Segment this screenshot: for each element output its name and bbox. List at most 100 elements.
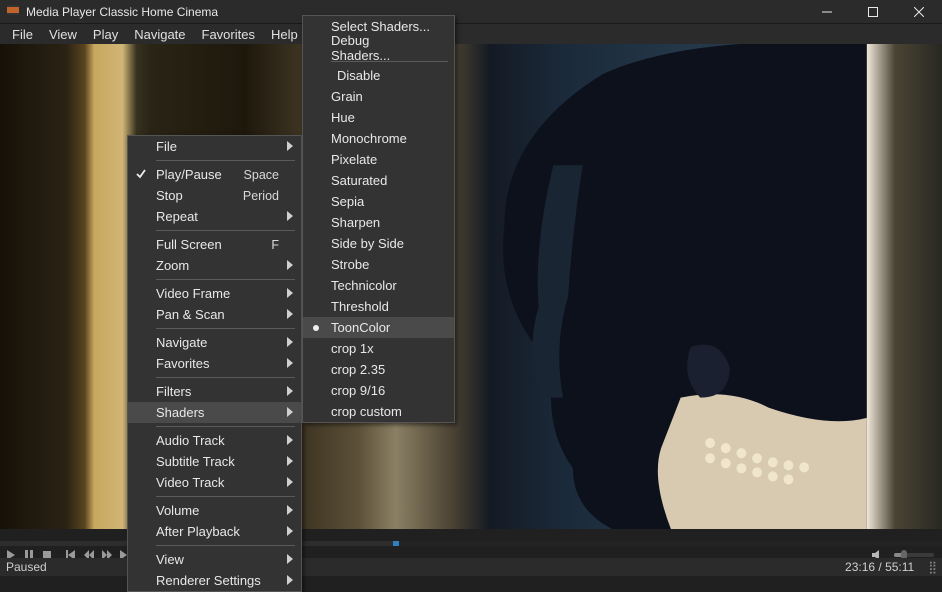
ctx-shaders-item-monochrome[interactable]: Monochrome: [303, 128, 454, 149]
menu-item-label: Subtitle Track: [156, 454, 235, 469]
close-button[interactable]: [896, 0, 942, 23]
menu-item-label: Sepia: [331, 194, 364, 209]
ctx-main-item-favorites[interactable]: Favorites: [128, 353, 301, 374]
app-icon: [6, 3, 20, 20]
ctx-main-item-view[interactable]: View: [128, 549, 301, 570]
chevron-right-icon: [287, 475, 295, 490]
menu-item-label: Filters: [156, 384, 191, 399]
check-icon: [136, 167, 146, 182]
ctx-main-item-volume[interactable]: Volume: [128, 500, 301, 521]
minimize-button[interactable]: [804, 0, 850, 23]
menu-item-accelerator: Period: [243, 189, 279, 203]
menu-item-label: crop 2.35: [331, 362, 385, 377]
ctx-main-item-audio-track[interactable]: Audio Track: [128, 430, 301, 451]
menu-item-label: Debug Shaders...: [331, 33, 432, 63]
ctx-main-separator: [156, 377, 295, 378]
menu-item-label: crop 1x: [331, 341, 374, 356]
ctx-shaders-item-hue[interactable]: Hue: [303, 107, 454, 128]
chevron-right-icon: [287, 286, 295, 301]
menu-view[interactable]: View: [41, 25, 85, 44]
menu-item-label: Pixelate: [331, 152, 377, 167]
ctx-shaders-item-strobe[interactable]: Strobe: [303, 254, 454, 275]
chevron-right-icon: [287, 384, 295, 399]
ctx-shaders-item-crop-2-35[interactable]: crop 2.35: [303, 359, 454, 380]
ctx-main-item-video-track[interactable]: Video Track: [128, 472, 301, 493]
ctx-shaders-item-crop-9-16[interactable]: crop 9/16: [303, 380, 454, 401]
ctx-shaders-item-grain[interactable]: Grain: [303, 86, 454, 107]
chevron-right-icon: [287, 433, 295, 448]
ctx-shaders-item-tooncolor[interactable]: ToonColor: [303, 317, 454, 338]
ctx-shaders-item-disable[interactable]: Disable: [303, 65, 454, 86]
ctx-main-item-renderer-settings[interactable]: Renderer Settings: [128, 570, 301, 591]
grip-icon: ⣿: [928, 560, 936, 574]
ctx-main-item-navigate[interactable]: Navigate: [128, 332, 301, 353]
ctx-main-separator: [156, 426, 295, 427]
context-menu-shaders: Select Shaders...Debug Shaders...Disable…: [302, 15, 455, 423]
chevron-right-icon: [287, 405, 295, 420]
menu-item-label: Volume: [156, 503, 199, 518]
ctx-shaders-item-threshold[interactable]: Threshold: [303, 296, 454, 317]
menu-play[interactable]: Play: [85, 25, 126, 44]
ctx-main-item-subtitle-track[interactable]: Subtitle Track: [128, 451, 301, 472]
ctx-main-item-after-playback[interactable]: After Playback: [128, 521, 301, 542]
menu-item-label: Shaders: [156, 405, 204, 420]
ctx-main-item-shaders[interactable]: Shaders: [128, 402, 301, 423]
ctx-shaders-item-debug-shaders[interactable]: Debug Shaders...: [303, 37, 454, 58]
ctx-main-item-pan-scan[interactable]: Pan & Scan: [128, 304, 301, 325]
maximize-button[interactable]: [850, 0, 896, 23]
volume-slider[interactable]: [894, 553, 934, 557]
ctx-shaders-item-sepia[interactable]: Sepia: [303, 191, 454, 212]
menu-item-label: Video Track: [156, 475, 224, 490]
menu-item-label: Pan & Scan: [156, 307, 225, 322]
window-title: Media Player Classic Home Cinema: [26, 5, 218, 19]
menu-item-label: Threshold: [331, 299, 389, 314]
ctx-main-item-stop[interactable]: Stop Period: [128, 185, 301, 206]
menu-item-label: crop 9/16: [331, 383, 385, 398]
ctx-shaders-item-sharpen[interactable]: Sharpen: [303, 212, 454, 233]
menu-item-accelerator: F: [271, 238, 279, 252]
menu-item-label: Navigate: [156, 335, 207, 350]
context-menu-main: File Play/PauseSpace Stop Period Repeat Full …: [127, 135, 302, 592]
ctx-main-separator: [156, 545, 295, 546]
ctx-main-item-video-frame[interactable]: Video Frame: [128, 283, 301, 304]
menu-item-label: Stop: [156, 188, 183, 203]
ctx-main-separator: [156, 279, 295, 280]
menu-item-label: Zoom: [156, 258, 189, 273]
menu-favorites[interactable]: Favorites: [194, 25, 263, 44]
menu-item-label: View: [156, 552, 184, 567]
ctx-shaders-item-crop-custom[interactable]: crop custom: [303, 401, 454, 422]
time-display: 23:16 / 55:11: [845, 560, 914, 574]
menu-item-label: crop custom: [331, 404, 402, 419]
chevron-right-icon: [287, 573, 295, 588]
menu-item-label: Strobe: [331, 257, 369, 272]
playback-state: Paused: [6, 560, 47, 574]
menu-item-label: Full Screen: [156, 237, 222, 252]
chevron-right-icon: [287, 139, 295, 154]
menu-item-label: After Playback: [156, 524, 240, 539]
ctx-main-item-file[interactable]: File: [128, 136, 301, 157]
menu-file[interactable]: File: [4, 25, 41, 44]
ctx-shaders-item-pixelate[interactable]: Pixelate: [303, 149, 454, 170]
ctx-shaders-item-technicolor[interactable]: Technicolor: [303, 275, 454, 296]
ctx-shaders-item-crop-1x[interactable]: crop 1x: [303, 338, 454, 359]
menu-help[interactable]: Help: [263, 25, 306, 44]
ctx-main-item-play-pause[interactable]: Play/PauseSpace: [128, 164, 301, 185]
chevron-right-icon: [287, 552, 295, 567]
menu-item-label: Favorites: [156, 356, 209, 371]
ctx-shaders-item-side-by-side[interactable]: Side by Side: [303, 233, 454, 254]
chevron-right-icon: [287, 503, 295, 518]
menu-item-label: Disable: [337, 68, 380, 83]
ctx-main-separator: [156, 230, 295, 231]
ctx-main-item-zoom[interactable]: Zoom: [128, 255, 301, 276]
ctx-shaders-item-saturated[interactable]: Saturated: [303, 170, 454, 191]
menu-item-label: Technicolor: [331, 278, 397, 293]
chevron-right-icon: [287, 258, 295, 273]
chevron-right-icon: [287, 335, 295, 350]
ctx-main-item-full-screen[interactable]: Full Screen F: [128, 234, 301, 255]
menu-navigate[interactable]: Navigate: [126, 25, 193, 44]
menu-item-label: Play/Pause: [156, 167, 222, 182]
ctx-main-item-repeat[interactable]: Repeat: [128, 206, 301, 227]
menu-item-label: Hue: [331, 110, 355, 125]
chevron-right-icon: [287, 454, 295, 469]
ctx-main-item-filters[interactable]: Filters: [128, 381, 301, 402]
